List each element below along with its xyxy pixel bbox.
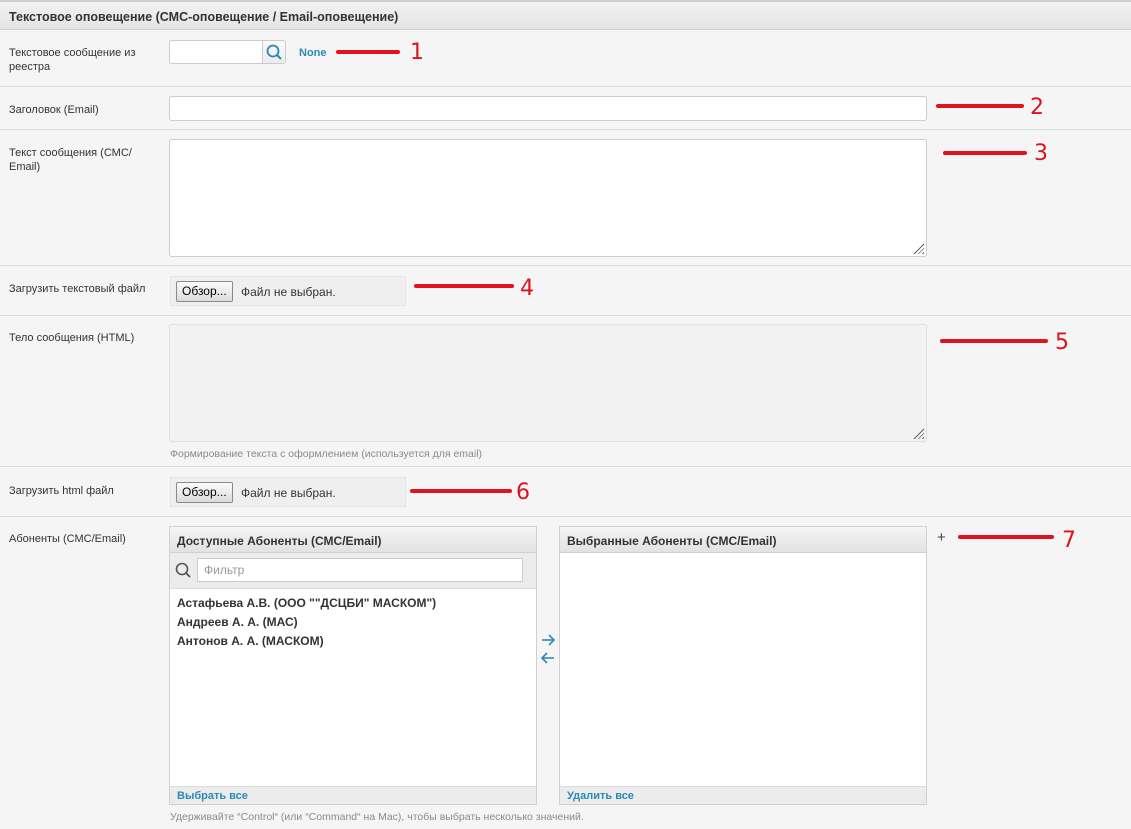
annotation-number: 5 [1055, 330, 1069, 355]
annotation-line [940, 339, 1048, 343]
upload-html-browse-button[interactable]: Обзор... [176, 482, 233, 503]
annotation-line [410, 489, 512, 493]
arrow-right-icon[interactable] [540, 633, 556, 647]
html-body-hint: Формирование текста с оформлением (испол… [170, 448, 483, 460]
search-icon [266, 44, 282, 60]
html-body-label: Тело сообщения (HTML) [9, 332, 135, 344]
arrow-left-icon[interactable] [540, 651, 556, 665]
section-title: Текстовое оповещение (СМС-оповещение / E… [9, 10, 399, 24]
annotation-number: 2 [1030, 95, 1044, 120]
filter-row: Фильтр [170, 553, 536, 589]
upload-text-status: Файл не выбран. [241, 285, 336, 299]
row-divider [0, 466, 1131, 467]
row-divider [0, 516, 1131, 517]
row-divider [0, 265, 1131, 266]
registry-value-link[interactable]: None [299, 47, 327, 59]
subject-input[interactable] [169, 96, 927, 121]
row-divider [0, 315, 1131, 316]
chosen-subscribers-title: Выбранные Абоненты (СМС/Email) [560, 527, 926, 553]
filter-input[interactable]: Фильтр [197, 558, 523, 582]
subscribers-label: Абоненты (СМС/Email) [9, 533, 126, 545]
annotation-number: 6 [516, 480, 530, 505]
upload-text-field: Обзор... Файл не выбран. [170, 276, 406, 306]
remove-all-link[interactable]: Удалить все [560, 786, 926, 804]
list-item[interactable]: Антонов А. А. (МАСКОМ) [177, 634, 324, 648]
upload-html-field: Обзор... Файл не выбран. [170, 477, 406, 507]
annotation-line [414, 284, 514, 288]
annotation-line [958, 535, 1054, 539]
upload-html-status: Файл не выбран. [241, 486, 336, 500]
annotation-number: 3 [1034, 141, 1048, 166]
chosen-subscribers-panel: Выбранные Абоненты (СМС/Email) Удалить в… [559, 526, 927, 805]
list-item[interactable]: Андреев А. А. (МАС) [177, 615, 298, 629]
add-subscriber-button[interactable]: + [937, 529, 946, 546]
annotation-line [943, 151, 1027, 155]
row-divider [0, 86, 1131, 87]
html-body-textarea[interactable] [169, 324, 927, 442]
available-subscribers-panel: Доступные Абоненты (СМС/Email) Фильтр Ас… [169, 526, 537, 805]
upload-text-label: Загрузить текстовый файл [9, 283, 146, 295]
annotation-number: 4 [520, 276, 534, 301]
annotation-line [936, 104, 1024, 108]
row-divider [0, 129, 1131, 130]
registry-input[interactable] [169, 40, 263, 64]
section-header: Текстовое оповещение (СМС-оповещение / E… [0, 0, 1131, 30]
annotation-line [336, 50, 400, 54]
search-icon [175, 562, 191, 578]
subject-label: Заголовок (Email) [9, 104, 99, 116]
multiselect-hint: Удерживайте “Control“ (или “Command“ на … [170, 811, 584, 823]
available-subscribers-title: Доступные Абоненты (СМС/Email) [170, 527, 536, 553]
resize-handle[interactable] [913, 243, 924, 254]
list-item[interactable]: Астафьева А.В. (ООО ""ДСЦБИ" МАСКОМ") [177, 596, 436, 610]
resize-handle[interactable] [913, 428, 924, 439]
upload-html-label: Загрузить html файл [9, 485, 114, 497]
annotation-number: 7 [1062, 528, 1076, 553]
choose-all-link[interactable]: Выбрать все [170, 786, 536, 804]
body-textarea[interactable] [169, 139, 927, 257]
annotation-number: 1 [410, 40, 424, 65]
registry-label: Текстовое сообщение из реестра [9, 47, 136, 73]
upload-text-browse-button[interactable]: Обзор... [176, 281, 233, 302]
registry-search-button[interactable] [262, 40, 286, 64]
body-label: Текст сообщения (СМС/ Email) [9, 147, 132, 173]
